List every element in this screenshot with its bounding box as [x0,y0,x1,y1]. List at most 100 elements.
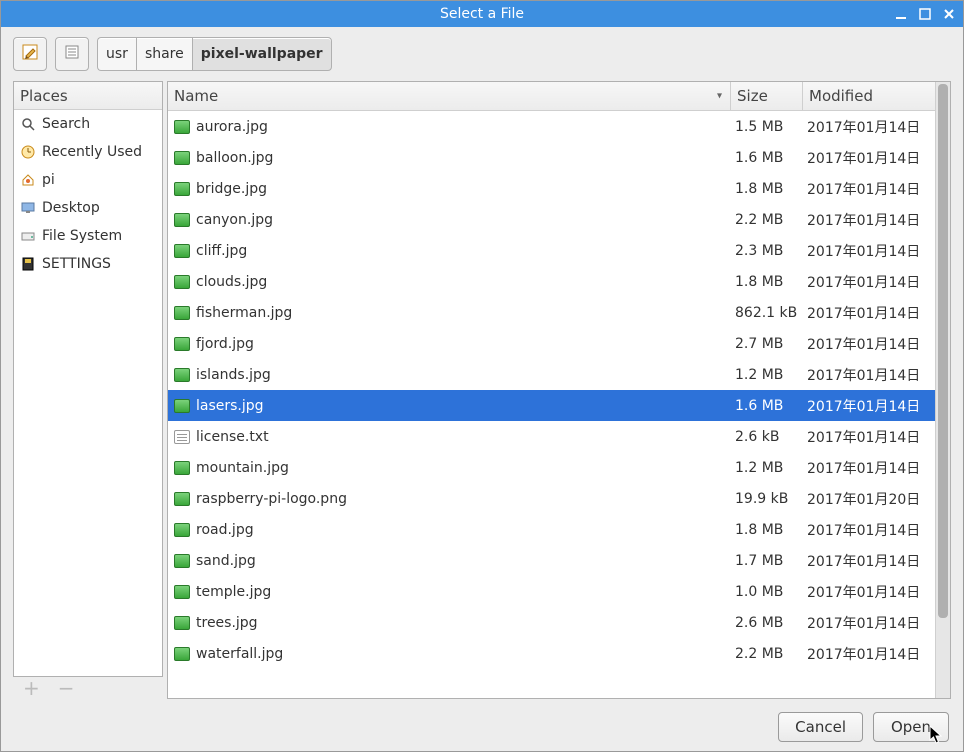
maximize-button[interactable] [917,6,933,22]
places-item-label: pi [42,172,55,188]
places-item[interactable]: Recently Used [14,138,162,166]
image-file-icon [174,275,190,289]
file-size: 1.8 MB [731,274,803,290]
close-button[interactable] [941,6,957,22]
file-row[interactable]: mountain.jpg1.2 MB2017年01月14日 [168,452,935,483]
file-size: 1.2 MB [731,460,803,476]
home-icon [20,172,36,188]
places-item[interactable]: File System [14,222,162,250]
file-row[interactable]: clouds.jpg1.8 MB2017年01月14日 [168,266,935,297]
file-row[interactable]: raspberry-pi-logo.png19.9 kB2017年01月20日 [168,483,935,514]
open-button[interactable]: Open [873,712,949,742]
file-modified: 2017年01月14日 [803,241,935,261]
recent-locations-button[interactable] [55,37,89,71]
image-file-icon [174,585,190,599]
file-name: trees.jpg [196,615,731,631]
column-header-size[interactable]: Size [731,82,803,110]
places-item-label: File System [42,228,122,244]
file-row[interactable]: temple.jpg1.0 MB2017年01月14日 [168,576,935,607]
file-modified: 2017年01月14日 [803,148,935,168]
file-row[interactable]: bridge.jpg1.8 MB2017年01月14日 [168,173,935,204]
places-item-label: Desktop [42,200,100,216]
places-item[interactable]: Search [14,110,162,138]
file-row[interactable]: cliff.jpg2.3 MB2017年01月14日 [168,235,935,266]
file-name: waterfall.jpg [196,646,731,662]
scrollbar[interactable] [935,82,950,698]
file-name: road.jpg [196,522,731,538]
file-size: 2.6 MB [731,615,803,631]
image-file-icon [174,554,190,568]
file-name: clouds.jpg [196,274,731,290]
file-name: cliff.jpg [196,243,731,259]
search-icon [20,116,36,132]
scrollbar-thumb[interactable] [938,84,948,618]
file-name: aurora.jpg [196,119,731,135]
file-modified: 2017年01月14日 [803,303,935,323]
places-item[interactable]: SETTINGS [14,250,162,278]
file-name: lasers.jpg [196,398,731,414]
image-file-icon [174,368,190,382]
column-header-name[interactable]: Name ▾ [168,82,731,110]
breadcrumb-segment[interactable]: pixel-wallpaper [192,37,332,71]
file-name: canyon.jpg [196,212,731,228]
file-list[interactable]: Name ▾ Size Modified aurora.jpg1.5 MB201… [168,82,935,698]
file-row[interactable]: lasers.jpg1.6 MB2017年01月14日 [168,390,935,421]
file-modified: 2017年01月14日 [803,458,935,478]
recent-icon [20,144,36,160]
file-row[interactable]: license.txt2.6 kB2017年01月14日 [168,421,935,452]
remove-bookmark-button[interactable]: − [58,676,75,700]
image-file-icon [174,120,190,134]
file-modified: 2017年01月14日 [803,179,935,199]
places-panel: Places SearchRecently UsedpiDesktopFile … [13,81,163,677]
file-size: 2.2 MB [731,646,803,662]
places-item[interactable]: Desktop [14,194,162,222]
image-file-icon [174,492,190,506]
file-modified: 2017年01月14日 [803,117,935,137]
places-item-label: SETTINGS [42,256,111,272]
file-name: fjord.jpg [196,336,731,352]
file-name: raspberry-pi-logo.png [196,491,731,507]
file-row[interactable]: waterfall.jpg2.2 MB2017年01月14日 [168,638,935,669]
file-row[interactable]: fjord.jpg2.7 MB2017年01月14日 [168,328,935,359]
file-row[interactable]: fisherman.jpg862.1 kB2017年01月14日 [168,297,935,328]
file-modified: 2017年01月14日 [803,613,935,633]
places-item-label: Recently Used [42,144,142,160]
breadcrumb-segment[interactable]: share [136,37,192,71]
file-size: 2.6 kB [731,429,803,445]
file-row[interactable]: trees.jpg2.6 MB2017年01月14日 [168,607,935,638]
places-item[interactable]: pi [14,166,162,194]
file-modified: 2017年01月14日 [803,272,935,292]
file-row[interactable]: balloon.jpg1.6 MB2017年01月14日 [168,142,935,173]
file-size: 1.8 MB [731,181,803,197]
breadcrumb-segment[interactable]: usr [97,37,136,71]
list-icon [65,45,79,63]
places-item-label: Search [42,116,90,132]
file-name: temple.jpg [196,584,731,600]
image-file-icon [174,461,190,475]
file-modified: 2017年01月14日 [803,644,935,664]
file-modified: 2017年01月14日 [803,582,935,602]
file-modified: 2017年01月20日 [803,489,935,509]
file-modified: 2017年01月14日 [803,334,935,354]
file-row[interactable]: islands.jpg1.2 MB2017年01月14日 [168,359,935,390]
file-row[interactable]: sand.jpg1.7 MB2017年01月14日 [168,545,935,576]
edit-path-button[interactable] [13,37,47,71]
sort-indicator-icon: ▾ [717,91,722,102]
cancel-button[interactable]: Cancel [778,712,863,742]
file-size: 1.2 MB [731,367,803,383]
file-size: 1.7 MB [731,553,803,569]
minimize-button[interactable] [893,6,909,22]
image-file-icon [174,399,190,413]
file-name: balloon.jpg [196,150,731,166]
file-row[interactable]: canyon.jpg2.2 MB2017年01月14日 [168,204,935,235]
file-size: 1.6 MB [731,398,803,414]
disk-icon [20,256,36,272]
image-file-icon [174,616,190,630]
file-row[interactable]: aurora.jpg1.5 MB2017年01月14日 [168,111,935,142]
add-bookmark-button[interactable]: + [23,676,40,700]
file-size: 2.3 MB [731,243,803,259]
file-modified: 2017年01月14日 [803,365,935,385]
file-name: fisherman.jpg [196,305,731,321]
file-row[interactable]: road.jpg1.8 MB2017年01月14日 [168,514,935,545]
column-header-modified[interactable]: Modified [803,82,935,110]
